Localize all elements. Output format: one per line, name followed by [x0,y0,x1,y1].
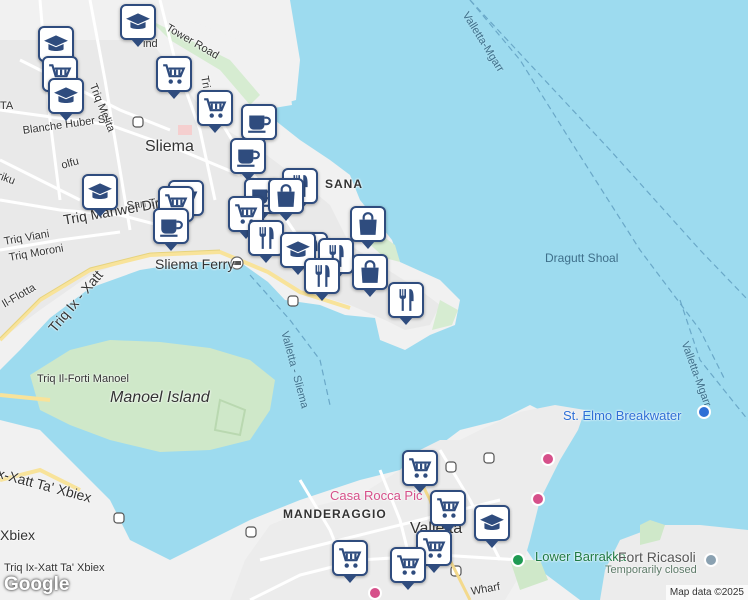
shopping-cart-icon [337,545,363,571]
sliema-ferry-label: Sliema Ferry [155,256,235,272]
map-marker-shop[interactable] [390,547,426,590]
map-marker-bag[interactable] [352,254,388,297]
coffee-cup-icon [235,143,261,169]
map-marker-bag[interactable] [268,178,304,221]
shopping-bag-icon [357,259,383,285]
district-label: SANA [325,177,364,191]
casa-rocca-label[interactable]: Casa Rocca Pic [330,488,422,503]
lower-barrakka-label[interactable]: Lower Barrakka [535,549,626,564]
st-elmo-pin[interactable] [697,405,711,419]
map-marker-bag[interactable] [350,206,386,249]
fort-ricasoli-label[interactable]: Fort Ricasoli [618,549,696,565]
coffee-cup-icon [246,109,272,135]
map-marker-school[interactable] [82,174,118,217]
map-marker-shop[interactable] [430,490,466,533]
shopping-cart-icon [161,61,187,87]
map-marker-restaurant[interactable] [304,258,340,301]
shopping-bag-icon [355,211,381,237]
st-elmo-label[interactable]: St. Elmo Breakwater [563,408,682,423]
fork-knife-icon [393,287,419,313]
map-marker-cafe[interactable] [241,104,277,147]
street-label: Triq Il-Forti Manoel [37,373,129,385]
map-marker-restaurant[interactable] [248,220,284,263]
shopping-cart-icon [435,495,461,521]
street-label: Triq Ix-Xatt Ta' Xbiex [4,562,105,574]
fort-ricasoli-status: Temporarily closed [605,564,697,576]
map-marker-shop[interactable] [332,540,368,583]
map-marker-cafe[interactable] [153,208,189,251]
poi-pin[interactable] [368,586,382,600]
sliema-label: Sliema [145,138,194,155]
school-icon [43,31,69,57]
shopping-cart-icon [395,552,421,578]
map-marker-restaurant[interactable] [388,282,424,325]
manderaggio-label: MANDERAGGIO [283,507,387,521]
map-marker-shop[interactable] [197,90,233,133]
school-icon [53,83,79,109]
map-marker-school[interactable] [48,78,84,121]
shopping-cart-icon [202,95,228,121]
school-icon [87,179,113,205]
poi-pin[interactable] [531,492,545,506]
manoel-island-label: Manoel Island [110,389,210,406]
fork-knife-icon [253,225,279,251]
dragutt-shoal-label: Dragutt Shoal [545,251,619,265]
shopping-bag-icon [273,183,299,209]
map-marker-cafe[interactable] [230,138,266,181]
fort-ricasoli-pin[interactable] [704,553,718,567]
map-canvas[interactable]: Valletta-Mgarr Valletta-Mgarr Valletta -… [0,0,748,600]
shopping-cart-icon [407,455,433,481]
google-logo: Google [4,574,70,595]
school-icon [479,510,505,536]
poi-pin[interactable] [541,452,555,466]
coffee-cup-icon [158,213,184,239]
xbiex-label: Xbiex [0,527,36,543]
street-label: TA [0,100,14,112]
lower-barrakka-pin[interactable] [511,553,525,567]
map-marker-school[interactable] [120,4,156,47]
map-marker-shop[interactable] [402,450,438,493]
map-marker-shop[interactable] [156,56,192,99]
street-label: Tri [198,75,213,90]
map-attribution[interactable]: Map data ©2025 [665,585,748,600]
school-icon [125,9,151,35]
map-marker-school[interactable] [474,505,510,548]
fork-knife-icon [309,263,335,289]
